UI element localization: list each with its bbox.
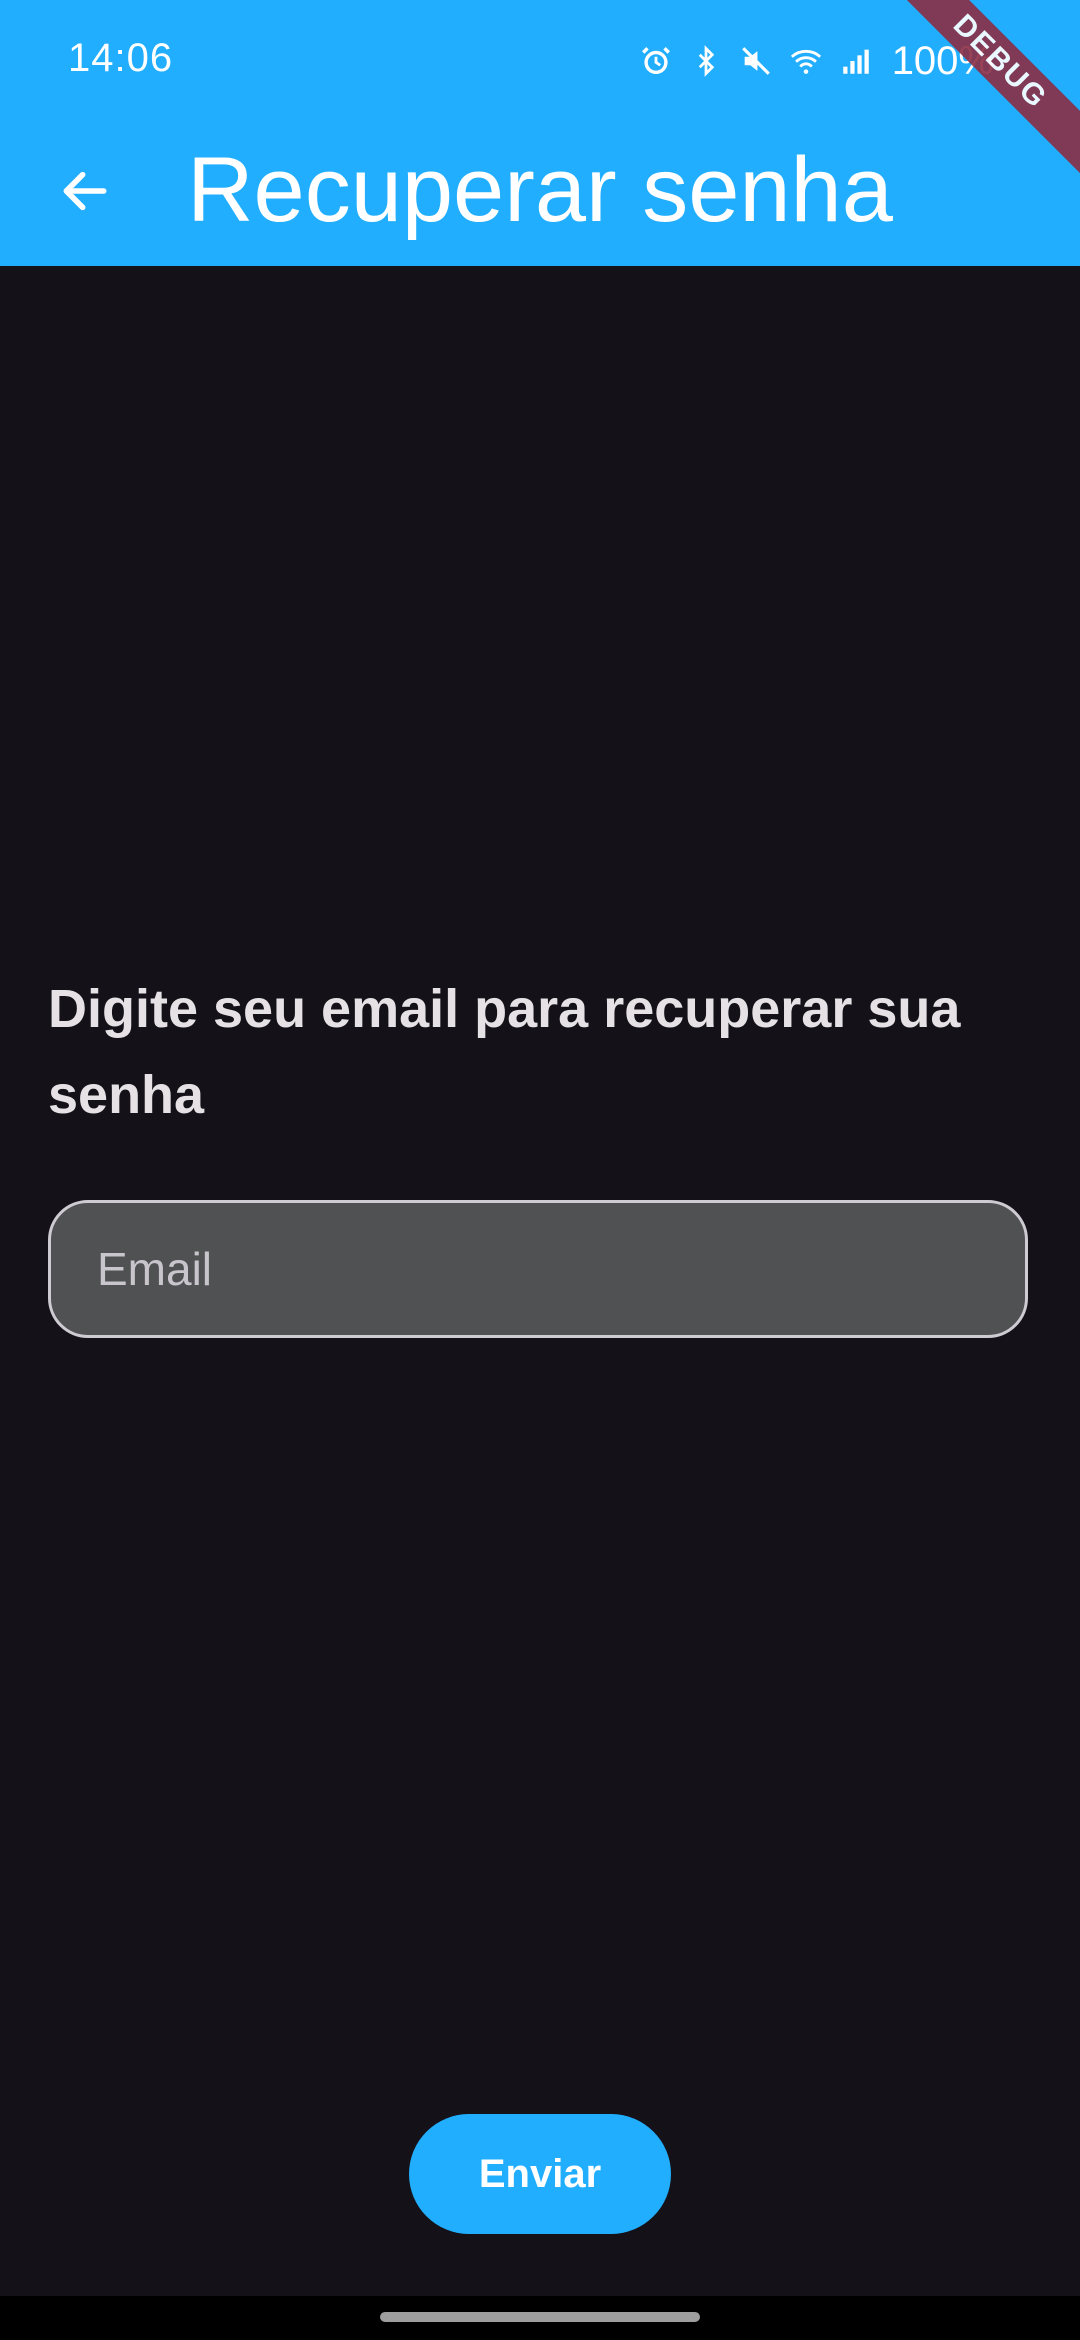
email-field[interactable]: [48, 1200, 1028, 1338]
status-bar: 14:06 100%: [0, 0, 1080, 120]
alarm-icon: [638, 43, 674, 79]
status-icons: 100%: [638, 36, 994, 86]
signal-icon: [838, 43, 874, 79]
system-nav-bar: [0, 2296, 1080, 2340]
email-input[interactable]: [51, 1203, 1025, 1335]
send-button[interactable]: Enviar: [409, 2114, 671, 2234]
recover-password-screen: 14:06 100% Recuperar senha DEBUG Digite …: [0, 0, 1080, 2340]
status-time: 14:06: [68, 36, 174, 80]
instruction-text: Digite seu email para recuperar sua senh…: [48, 979, 961, 1125]
main-content: Digite seu email para recuperar sua senh…: [0, 266, 1080, 2296]
mute-icon: [738, 43, 774, 79]
app-bar: Recuperar senha: [0, 120, 1080, 266]
home-indicator[interactable]: [380, 2312, 700, 2322]
top-bar: 14:06 100% Recuperar senha DEBUG: [0, 0, 1080, 266]
wifi-icon: [788, 43, 824, 79]
bluetooth-icon: [688, 43, 724, 79]
page-title: Recuperar senha: [187, 139, 893, 241]
